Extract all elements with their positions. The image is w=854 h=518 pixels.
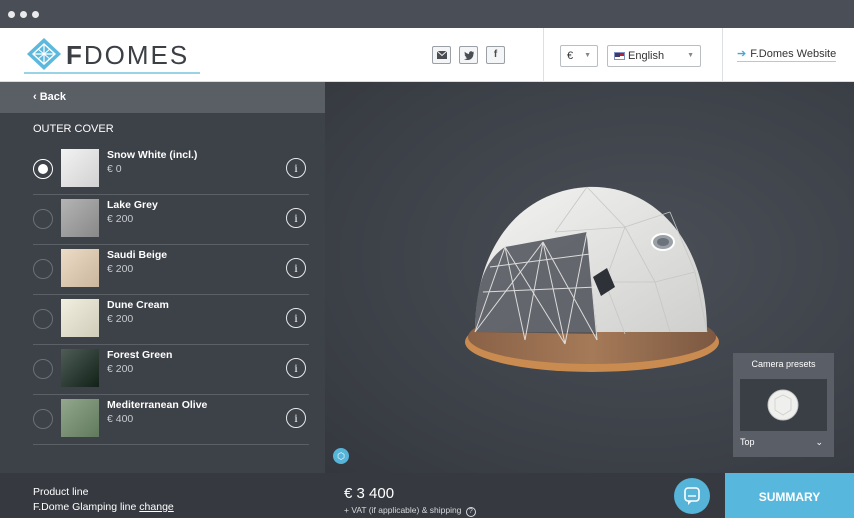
chat-button[interactable] [674, 478, 710, 514]
product-line-label: Product line [33, 486, 89, 498]
chevron-down-icon: ▼ [687, 52, 694, 59]
dome-top-view-icon [767, 389, 799, 421]
option-name: Saudi Beige [107, 249, 168, 261]
back-button[interactable]: ‹ Back [0, 82, 325, 113]
header-divider [722, 28, 723, 82]
currency-select[interactable]: € ▼ [560, 45, 598, 67]
color-swatch[interactable] [61, 249, 99, 287]
us-flag-icon [614, 52, 625, 61]
email-share-button[interactable] [432, 46, 451, 64]
info-icon[interactable]: i [286, 208, 306, 228]
chat-bubble-icon [684, 487, 700, 505]
option-radio[interactable] [33, 409, 53, 429]
info-icon[interactable]: i [286, 158, 306, 178]
camera-preset-value: Top [740, 437, 755, 447]
envelope-icon [436, 50, 447, 59]
arrow-right-icon: ➔ [737, 48, 747, 60]
twitter-bird-icon [463, 51, 474, 60]
brand-name: FDOMES [66, 40, 190, 70]
website-link[interactable]: ➔ F.Domes Website [737, 47, 837, 62]
website-link-label: F.Domes Website [750, 48, 837, 60]
option-price: € 400 [107, 413, 134, 425]
camera-preset-select[interactable]: Top ⌄ [740, 437, 827, 451]
cover-option[interactable]: Saudi Beige € 200 i [33, 245, 309, 295]
twitter-share-button[interactable] [459, 46, 478, 64]
summary-button[interactable]: SUMMARY [725, 473, 854, 518]
window-close-dot[interactable] [8, 11, 15, 18]
cube-icon: ⬡ [337, 451, 345, 461]
camera-presets-title: Camera presets [751, 359, 816, 369]
header-divider [543, 28, 544, 82]
option-price: € 200 [107, 263, 134, 275]
info-icon[interactable]: i [286, 308, 306, 328]
option-price: € 200 [107, 213, 134, 225]
color-swatch[interactable] [61, 149, 99, 187]
option-radio[interactable] [33, 309, 53, 329]
option-name: Dune Cream [107, 299, 169, 311]
cover-option[interactable]: Lake Grey € 200 i [33, 195, 309, 245]
facebook-icon: f [493, 49, 498, 60]
cover-option[interactable]: Mediterranean Olive € 400 i [33, 395, 309, 445]
change-product-line-link[interactable]: change [139, 501, 173, 513]
option-radio[interactable] [33, 209, 53, 229]
info-icon[interactable]: i [286, 358, 306, 378]
color-swatch[interactable] [61, 399, 99, 437]
brand-logo[interactable]: FDOMES [24, 36, 200, 74]
camera-preset-thumbnail[interactable] [740, 379, 827, 431]
color-swatch[interactable] [61, 199, 99, 237]
option-radio[interactable] [33, 259, 53, 279]
dome-logo-icon [27, 38, 61, 70]
language-value: English [628, 50, 665, 62]
vat-note: + VAT (if applicable) & shipping ? [344, 505, 476, 517]
language-select[interactable]: English ▼ [607, 45, 701, 67]
chevron-down-icon: ▼ [584, 52, 591, 59]
window-minimize-dot[interactable] [20, 11, 27, 18]
option-name: Mediterranean Olive [107, 399, 208, 411]
product-line-value: F.Dome Glamping line change [33, 501, 174, 513]
camera-presets-panel: Camera presets Top ⌄ [733, 353, 834, 457]
option-name: Snow White (incl.) [107, 149, 198, 161]
window-maximize-dot[interactable] [32, 11, 39, 18]
color-swatch[interactable] [61, 299, 99, 337]
currency-value: € [567, 50, 574, 62]
facebook-share-button[interactable]: f [486, 46, 505, 64]
chevron-down-icon: ⌄ [815, 437, 823, 447]
option-price: € 200 [107, 363, 134, 375]
cover-option[interactable]: Forest Green € 200 i [33, 345, 309, 395]
option-price: € 200 [107, 313, 134, 325]
vat-note-text: + VAT (if applicable) & shipping [344, 505, 462, 515]
product-line-name: F.Dome Glamping line [33, 501, 137, 513]
option-name: Lake Grey [107, 199, 158, 211]
configurator-sidebar: ‹ Back OUTER COVER Snow White (incl.) € 0… [0, 82, 325, 518]
section-title: OUTER COVER [33, 123, 114, 135]
cover-option[interactable]: Snow White (incl.) € 0 i [33, 145, 309, 195]
help-icon[interactable]: ? [465, 507, 476, 517]
3d-view-button[interactable]: ⬡ [333, 448, 349, 464]
info-icon[interactable]: i [286, 258, 306, 278]
option-radio[interactable] [33, 159, 53, 179]
cover-option[interactable]: Dune Cream € 200 i [33, 295, 309, 345]
option-price: € 0 [107, 163, 122, 175]
info-icon[interactable]: i [286, 408, 306, 428]
option-radio[interactable] [33, 359, 53, 379]
color-swatch[interactable] [61, 349, 99, 387]
window-titlebar [0, 0, 854, 28]
option-name: Forest Green [107, 349, 173, 361]
total-price: € 3 400 [344, 485, 395, 502]
app-header: FDOMES f € ▼ English ▼ ➔ F.Domes Website [0, 28, 854, 82]
